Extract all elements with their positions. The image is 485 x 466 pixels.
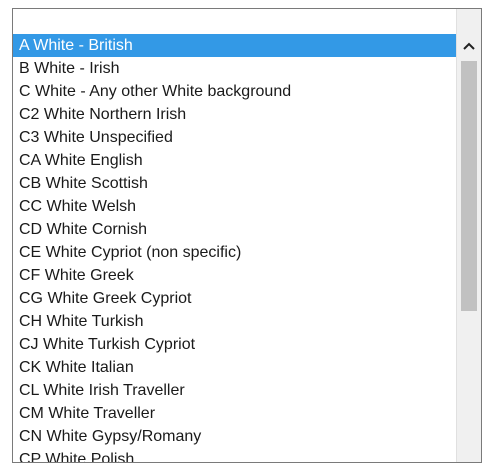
list-option[interactable]: B White - Irish — [13, 57, 456, 80]
chevron-up-icon — [463, 42, 475, 50]
ethnicity-listbox[interactable]: A White - British B White - Irish C Whit… — [12, 8, 482, 463]
list-option[interactable]: CF White Greek — [13, 264, 456, 287]
list-top-spacer — [13, 9, 456, 34]
list-option[interactable]: CH White Turkish — [13, 310, 456, 333]
list-option[interactable]: C2 White Northern Irish — [13, 103, 456, 126]
list-option[interactable]: CM White Traveller — [13, 402, 456, 425]
list-option[interactable]: CE White Cypriot (non specific) — [13, 241, 456, 264]
vertical-scrollbar[interactable] — [456, 9, 481, 462]
option-list: A White - British B White - Irish C Whit… — [13, 9, 456, 462]
scrollbar-thumb[interactable] — [461, 61, 477, 311]
list-option[interactable]: CB White Scottish — [13, 172, 456, 195]
list-option[interactable]: CN White Gypsy/Romany — [13, 425, 456, 448]
list-option[interactable]: CC White Welsh — [13, 195, 456, 218]
list-option[interactable]: CA White English — [13, 149, 456, 172]
list-option[interactable]: CD White Cornish — [13, 218, 456, 241]
list-option[interactable]: C White - Any other White background — [13, 80, 456, 103]
scroll-up-button[interactable] — [457, 34, 481, 58]
list-option[interactable]: CJ White Turkish Cypriot — [13, 333, 456, 356]
list-option[interactable]: CG White Greek Cypriot — [13, 287, 456, 310]
list-option[interactable]: CK White Italian — [13, 356, 456, 379]
list-option-selected[interactable]: A White - British — [13, 34, 456, 57]
list-option[interactable]: CP White Polish — [13, 448, 456, 462]
list-option[interactable]: CL White Irish Traveller — [13, 379, 456, 402]
list-option[interactable]: C3 White Unspecified — [13, 126, 456, 149]
